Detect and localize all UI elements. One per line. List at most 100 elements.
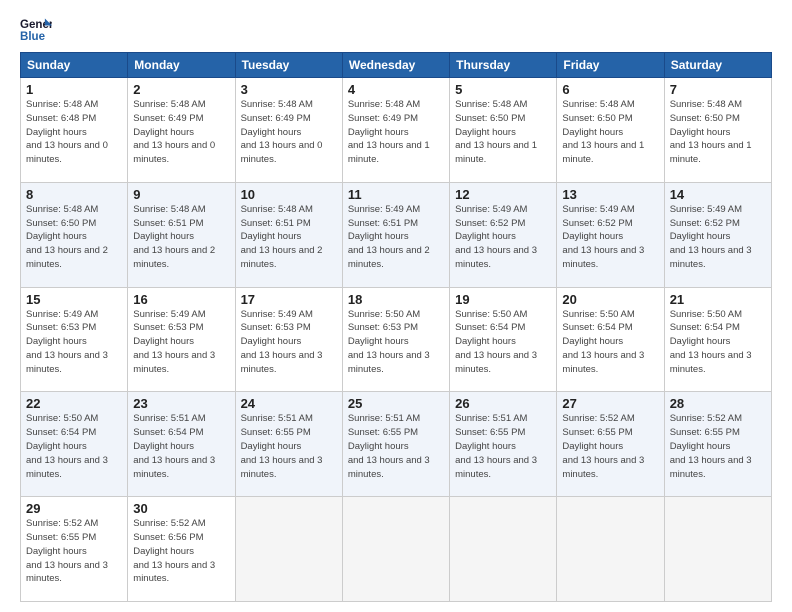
header-saturday: Saturday — [664, 53, 771, 78]
day-number: 9 — [133, 187, 229, 202]
calendar-cell: 21 Sunrise: 5:50 AMSunset: 6:54 PMDaylig… — [664, 287, 771, 392]
day-detail: Sunrise: 5:50 AMSunset: 6:53 PMDaylight … — [348, 309, 430, 375]
day-detail: Sunrise: 5:51 AMSunset: 6:55 PMDaylight … — [348, 413, 430, 479]
day-number: 19 — [455, 292, 551, 307]
day-number: 25 — [348, 396, 444, 411]
calendar-cell — [557, 497, 664, 602]
day-number: 29 — [26, 501, 122, 516]
calendar-cell: 10 Sunrise: 5:48 AMSunset: 6:51 PMDaylig… — [235, 182, 342, 287]
day-detail: Sunrise: 5:49 AMSunset: 6:53 PMDaylight … — [241, 309, 323, 375]
day-number: 16 — [133, 292, 229, 307]
day-number: 7 — [670, 82, 766, 97]
header-monday: Monday — [128, 53, 235, 78]
calendar-cell: 27 Sunrise: 5:52 AMSunset: 6:55 PMDaylig… — [557, 392, 664, 497]
logo-icon: General Blue — [20, 16, 52, 44]
day-number: 28 — [670, 396, 766, 411]
day-number: 8 — [26, 187, 122, 202]
day-detail: Sunrise: 5:51 AMSunset: 6:54 PMDaylight … — [133, 413, 215, 479]
day-detail: Sunrise: 5:51 AMSunset: 6:55 PMDaylight … — [241, 413, 323, 479]
day-detail: Sunrise: 5:48 AMSunset: 6:49 PMDaylight … — [133, 99, 215, 165]
calendar-week-5: 29 Sunrise: 5:52 AMSunset: 6:55 PMDaylig… — [21, 497, 772, 602]
calendar-cell: 30 Sunrise: 5:52 AMSunset: 6:56 PMDaylig… — [128, 497, 235, 602]
day-detail: Sunrise: 5:49 AMSunset: 6:51 PMDaylight … — [348, 204, 430, 270]
day-detail: Sunrise: 5:50 AMSunset: 6:54 PMDaylight … — [562, 309, 644, 375]
day-detail: Sunrise: 5:48 AMSunset: 6:51 PMDaylight … — [133, 204, 215, 270]
day-number: 3 — [241, 82, 337, 97]
day-number: 15 — [26, 292, 122, 307]
day-detail: Sunrise: 5:49 AMSunset: 6:53 PMDaylight … — [26, 309, 108, 375]
day-detail: Sunrise: 5:48 AMSunset: 6:50 PMDaylight … — [26, 204, 108, 270]
day-detail: Sunrise: 5:49 AMSunset: 6:53 PMDaylight … — [133, 309, 215, 375]
calendar-cell: 8 Sunrise: 5:48 AMSunset: 6:50 PMDayligh… — [21, 182, 128, 287]
calendar-cell: 26 Sunrise: 5:51 AMSunset: 6:55 PMDaylig… — [450, 392, 557, 497]
calendar-body: 1 Sunrise: 5:48 AMSunset: 6:48 PMDayligh… — [21, 78, 772, 602]
calendar-cell: 22 Sunrise: 5:50 AMSunset: 6:54 PMDaylig… — [21, 392, 128, 497]
day-number: 18 — [348, 292, 444, 307]
calendar-cell: 29 Sunrise: 5:52 AMSunset: 6:55 PMDaylig… — [21, 497, 128, 602]
calendar-cell: 19 Sunrise: 5:50 AMSunset: 6:54 PMDaylig… — [450, 287, 557, 392]
day-number: 23 — [133, 396, 229, 411]
calendar-cell: 3 Sunrise: 5:48 AMSunset: 6:49 PMDayligh… — [235, 78, 342, 183]
day-detail: Sunrise: 5:50 AMSunset: 6:54 PMDaylight … — [455, 309, 537, 375]
day-detail: Sunrise: 5:48 AMSunset: 6:50 PMDaylight … — [670, 99, 752, 165]
header-sunday: Sunday — [21, 53, 128, 78]
day-number: 12 — [455, 187, 551, 202]
day-number: 10 — [241, 187, 337, 202]
calendar-table: SundayMondayTuesdayWednesdayThursdayFrid… — [20, 52, 772, 602]
day-detail: Sunrise: 5:49 AMSunset: 6:52 PMDaylight … — [455, 204, 537, 270]
calendar-cell — [664, 497, 771, 602]
day-detail: Sunrise: 5:50 AMSunset: 6:54 PMDaylight … — [26, 413, 108, 479]
calendar-cell: 16 Sunrise: 5:49 AMSunset: 6:53 PMDaylig… — [128, 287, 235, 392]
day-number: 20 — [562, 292, 658, 307]
day-number: 5 — [455, 82, 551, 97]
header-tuesday: Tuesday — [235, 53, 342, 78]
calendar-header-row: SundayMondayTuesdayWednesdayThursdayFrid… — [21, 53, 772, 78]
day-number: 6 — [562, 82, 658, 97]
day-detail: Sunrise: 5:50 AMSunset: 6:54 PMDaylight … — [670, 309, 752, 375]
day-detail: Sunrise: 5:52 AMSunset: 6:55 PMDaylight … — [670, 413, 752, 479]
calendar-cell — [235, 497, 342, 602]
day-number: 11 — [348, 187, 444, 202]
day-number: 22 — [26, 396, 122, 411]
day-detail: Sunrise: 5:52 AMSunset: 6:55 PMDaylight … — [562, 413, 644, 479]
day-detail: Sunrise: 5:48 AMSunset: 6:48 PMDaylight … — [26, 99, 108, 165]
page-header: General Blue — [20, 16, 772, 44]
calendar-cell: 11 Sunrise: 5:49 AMSunset: 6:51 PMDaylig… — [342, 182, 449, 287]
day-number: 27 — [562, 396, 658, 411]
calendar-cell: 23 Sunrise: 5:51 AMSunset: 6:54 PMDaylig… — [128, 392, 235, 497]
day-number: 4 — [348, 82, 444, 97]
day-detail: Sunrise: 5:48 AMSunset: 6:49 PMDaylight … — [241, 99, 323, 165]
day-number: 2 — [133, 82, 229, 97]
day-number: 21 — [670, 292, 766, 307]
calendar-cell: 12 Sunrise: 5:49 AMSunset: 6:52 PMDaylig… — [450, 182, 557, 287]
calendar-cell: 18 Sunrise: 5:50 AMSunset: 6:53 PMDaylig… — [342, 287, 449, 392]
calendar-cell: 5 Sunrise: 5:48 AMSunset: 6:50 PMDayligh… — [450, 78, 557, 183]
calendar-cell: 9 Sunrise: 5:48 AMSunset: 6:51 PMDayligh… — [128, 182, 235, 287]
calendar-cell: 14 Sunrise: 5:49 AMSunset: 6:52 PMDaylig… — [664, 182, 771, 287]
calendar-cell: 2 Sunrise: 5:48 AMSunset: 6:49 PMDayligh… — [128, 78, 235, 183]
calendar-cell: 4 Sunrise: 5:48 AMSunset: 6:49 PMDayligh… — [342, 78, 449, 183]
day-number: 24 — [241, 396, 337, 411]
calendar-week-4: 22 Sunrise: 5:50 AMSunset: 6:54 PMDaylig… — [21, 392, 772, 497]
header-friday: Friday — [557, 53, 664, 78]
calendar-cell: 13 Sunrise: 5:49 AMSunset: 6:52 PMDaylig… — [557, 182, 664, 287]
calendar-cell: 28 Sunrise: 5:52 AMSunset: 6:55 PMDaylig… — [664, 392, 771, 497]
calendar-cell: 7 Sunrise: 5:48 AMSunset: 6:50 PMDayligh… — [664, 78, 771, 183]
day-number: 17 — [241, 292, 337, 307]
day-detail: Sunrise: 5:48 AMSunset: 6:50 PMDaylight … — [562, 99, 644, 165]
calendar-cell — [342, 497, 449, 602]
day-detail: Sunrise: 5:51 AMSunset: 6:55 PMDaylight … — [455, 413, 537, 479]
calendar-week-1: 1 Sunrise: 5:48 AMSunset: 6:48 PMDayligh… — [21, 78, 772, 183]
calendar-cell: 1 Sunrise: 5:48 AMSunset: 6:48 PMDayligh… — [21, 78, 128, 183]
calendar-cell: 24 Sunrise: 5:51 AMSunset: 6:55 PMDaylig… — [235, 392, 342, 497]
calendar-cell: 20 Sunrise: 5:50 AMSunset: 6:54 PMDaylig… — [557, 287, 664, 392]
calendar-week-3: 15 Sunrise: 5:49 AMSunset: 6:53 PMDaylig… — [21, 287, 772, 392]
day-number: 13 — [562, 187, 658, 202]
day-detail: Sunrise: 5:48 AMSunset: 6:50 PMDaylight … — [455, 99, 537, 165]
calendar-cell: 17 Sunrise: 5:49 AMSunset: 6:53 PMDaylig… — [235, 287, 342, 392]
calendar-cell: 6 Sunrise: 5:48 AMSunset: 6:50 PMDayligh… — [557, 78, 664, 183]
calendar-cell: 15 Sunrise: 5:49 AMSunset: 6:53 PMDaylig… — [21, 287, 128, 392]
day-number: 1 — [26, 82, 122, 97]
day-number: 30 — [133, 501, 229, 516]
calendar-cell — [450, 497, 557, 602]
